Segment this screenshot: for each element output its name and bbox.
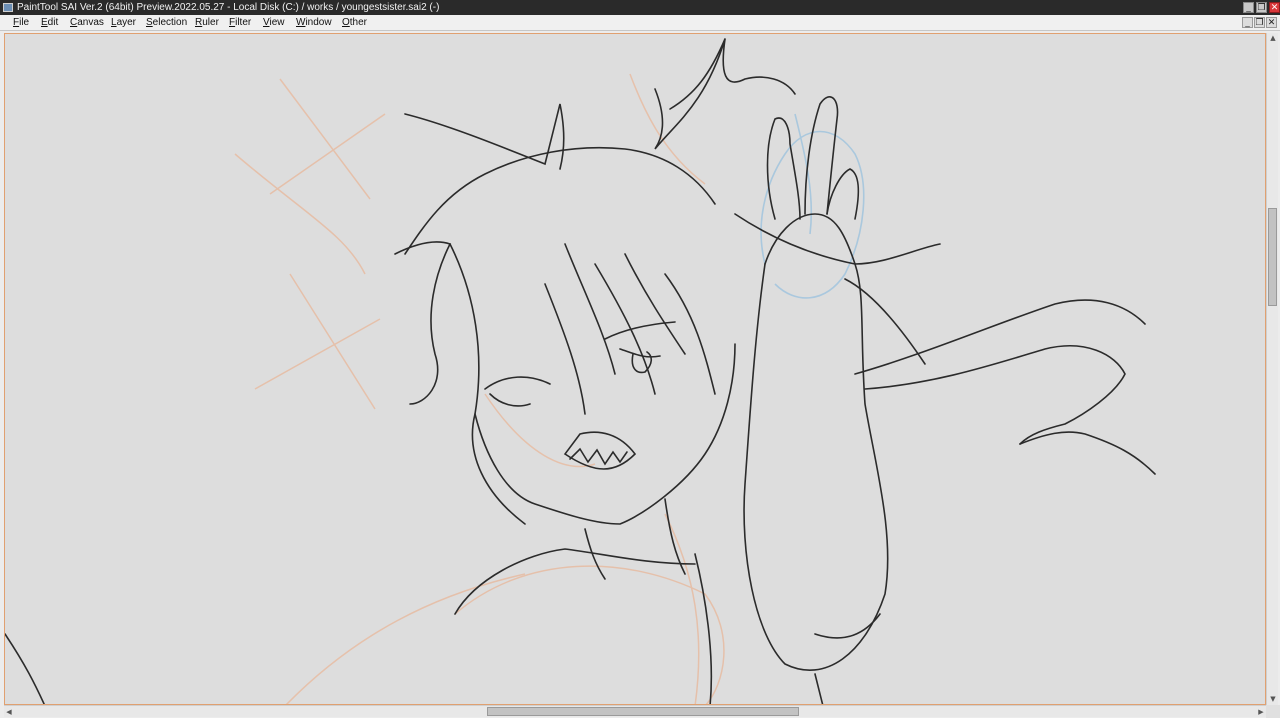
rough-sketch-layer (234, 73, 725, 704)
menu-ruler[interactable]: Ruler (195, 15, 219, 31)
horizontal-scrollbar[interactable]: ◀ ▶ (4, 705, 1266, 717)
menu-view[interactable]: View (263, 15, 285, 31)
scroll-corner (1266, 705, 1280, 718)
menu-other[interactable]: Other (342, 15, 367, 31)
menu-filter[interactable]: Filter (229, 15, 251, 31)
menu-bar: File Edit Canvas Layer Selection Ruler F… (0, 15, 1280, 31)
window-minimize-button[interactable]: _ (1243, 2, 1254, 13)
menu-edit[interactable]: Edit (41, 15, 58, 31)
scroll-left-arrow-icon[interactable]: ◀ (4, 706, 14, 718)
drawing-canvas[interactable] (4, 33, 1266, 705)
vertical-scroll-thumb[interactable] (1268, 208, 1277, 306)
lineart-layer (5, 38, 1156, 704)
canvas-frame (0, 31, 1280, 718)
window-restore-button[interactable]: ❐ (1256, 2, 1267, 13)
title-bar: PaintTool SAI Ver.2 (64bit) Preview.2022… (0, 0, 1280, 15)
doc-restore-button[interactable]: ❐ (1254, 17, 1265, 28)
hand-sketch-layer (760, 113, 865, 299)
scroll-right-arrow-icon[interactable]: ▶ (1256, 706, 1266, 718)
vertical-scrollbar[interactable]: ▲ ▼ (1266, 33, 1278, 705)
menu-selection[interactable]: Selection (146, 15, 187, 31)
menu-file[interactable]: File (13, 15, 29, 31)
window-close-button[interactable]: ✕ (1269, 2, 1280, 13)
doc-minimize-button[interactable]: _ (1242, 17, 1253, 28)
sketch-artwork (5, 38, 1156, 704)
menu-canvas[interactable]: Canvas (70, 15, 104, 31)
menu-layer[interactable]: Layer (111, 15, 136, 31)
window-title: PaintTool SAI Ver.2 (64bit) Preview.2022… (17, 2, 440, 13)
doc-close-button[interactable]: ✕ (1266, 17, 1277, 28)
menu-window[interactable]: Window (296, 15, 332, 31)
app-icon (3, 3, 13, 12)
scroll-down-arrow-icon[interactable]: ▼ (1267, 694, 1279, 704)
horizontal-scroll-thumb[interactable] (487, 707, 799, 716)
scroll-up-arrow-icon[interactable]: ▲ (1267, 33, 1279, 43)
